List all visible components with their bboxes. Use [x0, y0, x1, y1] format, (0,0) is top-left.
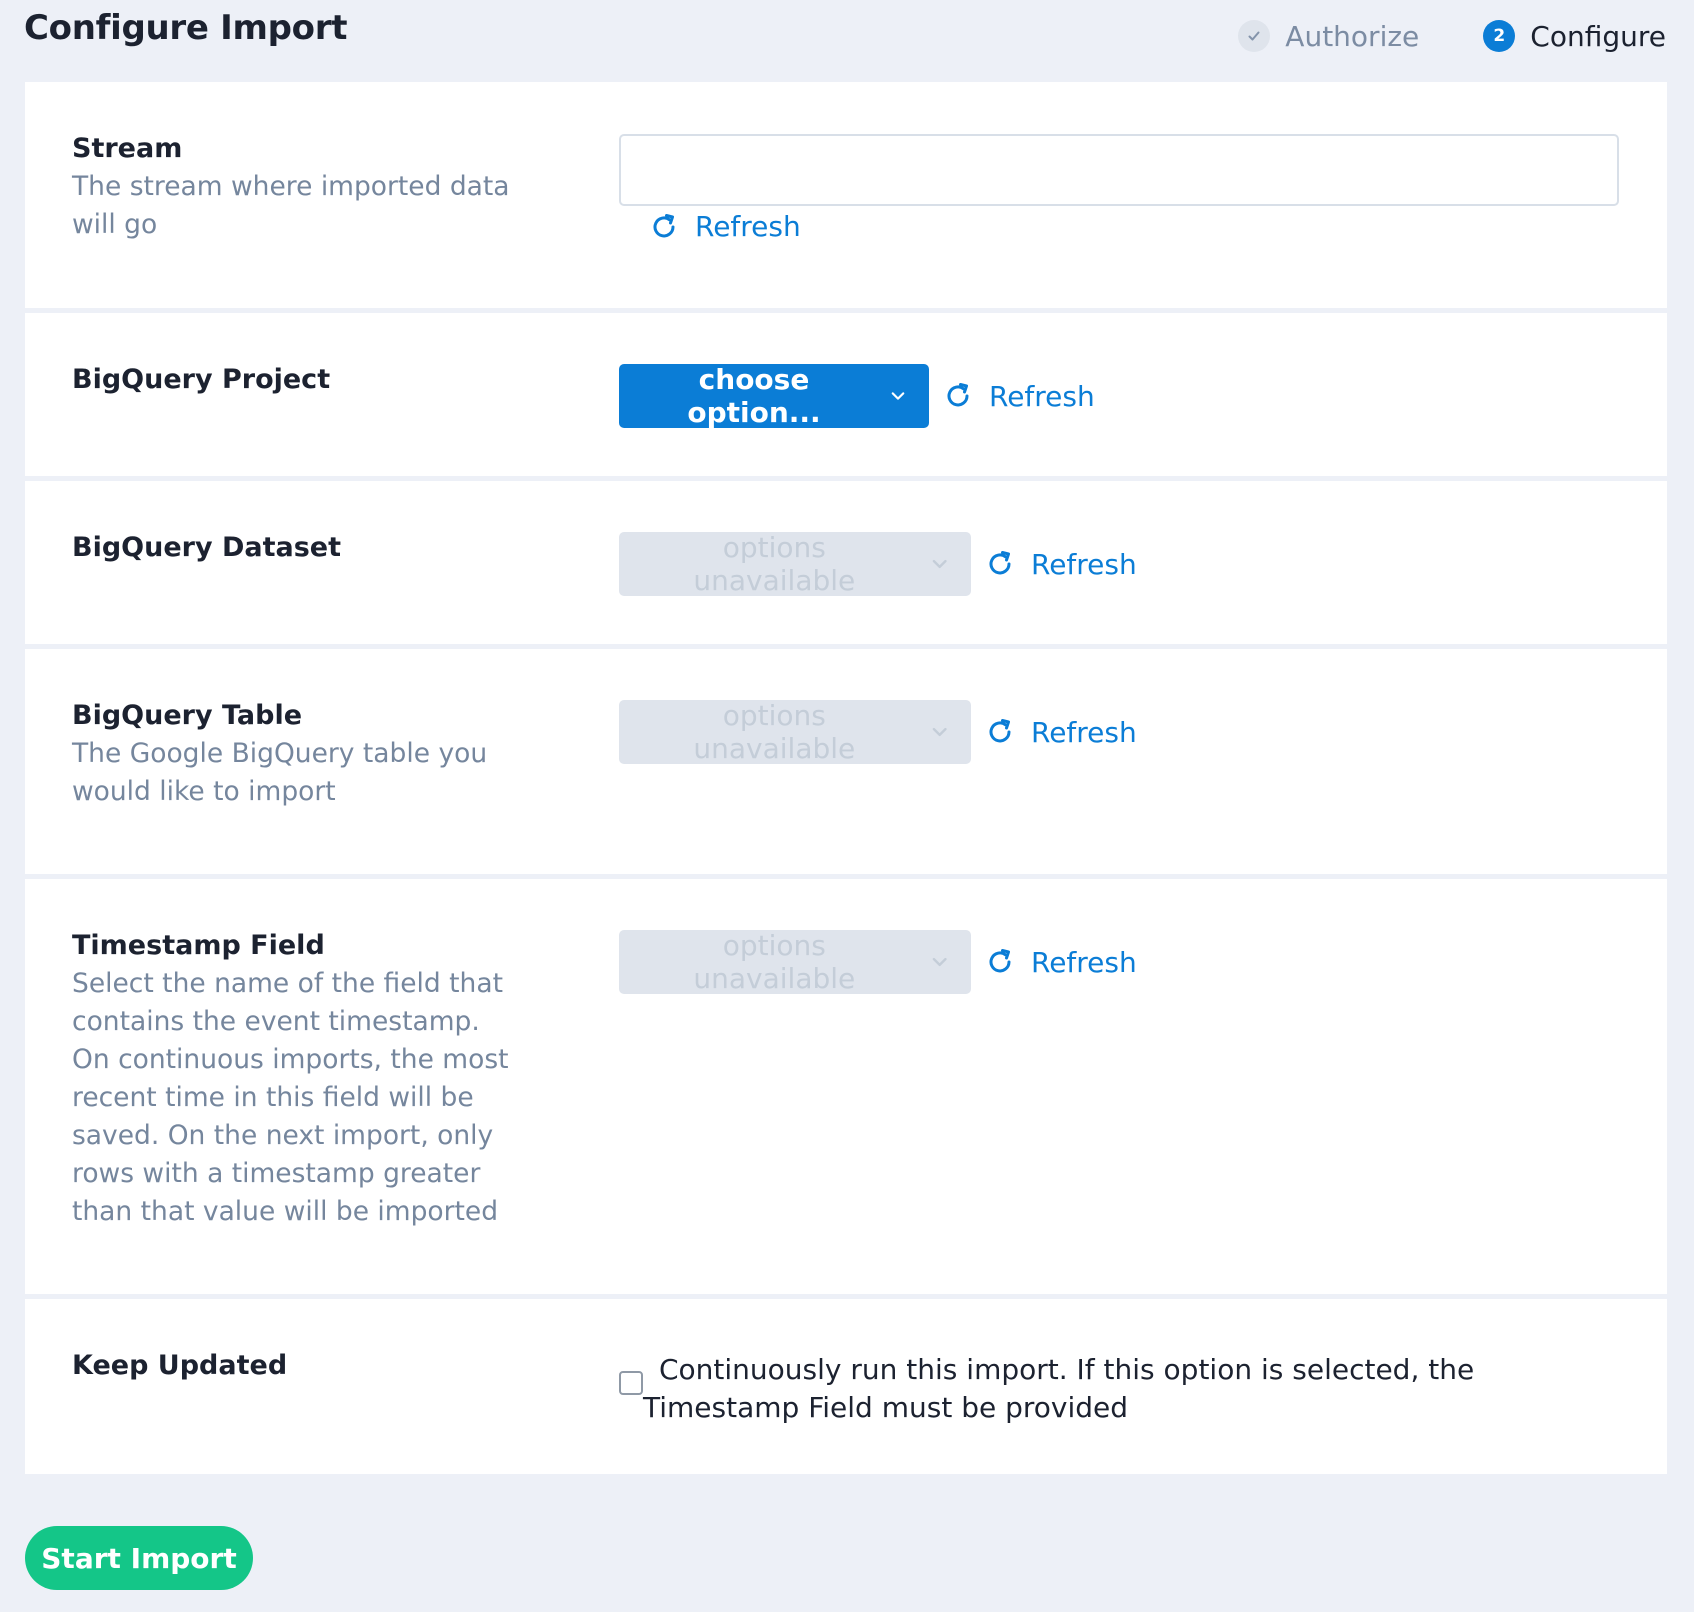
refresh-button[interactable]: Refresh	[985, 548, 1137, 581]
field-description: Select the name of the field that contai…	[72, 968, 509, 1227]
step-number-badge: 2	[1483, 20, 1516, 52]
stream-section: Stream The stream where imported data wi…	[25, 82, 1667, 308]
field-description: The stream where imported data will go	[72, 171, 510, 240]
step-authorize[interactable]: Authorize	[1238, 20, 1419, 53]
refresh-button[interactable]: Refresh	[943, 380, 1095, 413]
field-title: BigQuery Table	[72, 700, 303, 731]
timestamp-select[interactable]: options unavailable	[619, 929, 971, 995]
refresh-button[interactable]: Refresh	[649, 210, 801, 243]
chevron-down-icon	[932, 727, 947, 737]
select-label: options unavailable	[693, 929, 856, 995]
refresh-icon	[989, 551, 1011, 575]
check-icon	[1238, 20, 1271, 52]
refresh-button[interactable]: Refresh	[985, 946, 1137, 979]
dataset-select[interactable]: options unavailable	[619, 531, 971, 597]
field-title: Timestamp Field	[72, 930, 325, 961]
field-title: BigQuery Dataset	[72, 532, 342, 563]
select-label: options unavailable	[693, 699, 856, 765]
field-title: Stream	[72, 133, 183, 164]
checkbox-label: Continuously run this import. If this op…	[643, 1353, 1475, 1424]
stepper: Authorize 2 Configure	[1238, 20, 1666, 53]
refresh-icon	[989, 949, 1011, 973]
dataset-section: BigQuery Dataset options unavailable Ref…	[25, 481, 1667, 644]
refresh-icon	[989, 719, 1011, 743]
table-select[interactable]: options unavailable	[619, 699, 971, 765]
step-label: Configure	[1530, 19, 1666, 53]
step-configure[interactable]: 2 Configure	[1483, 20, 1666, 53]
refresh-label: Refresh	[695, 210, 801, 243]
field-title: Keep Updated	[72, 1350, 288, 1381]
refresh-button[interactable]: Refresh	[985, 716, 1137, 749]
step-label: Authorize	[1285, 19, 1420, 53]
table-section: BigQuery Table The Google BigQuery table…	[25, 649, 1667, 874]
stream-input[interactable]	[619, 134, 1619, 206]
page-title: Configure Import	[24, 8, 348, 48]
field-description: The Google BigQuery table you would like…	[72, 738, 488, 807]
timestamp-section: Timestamp Field Select the name of the f…	[25, 879, 1667, 1294]
select-label: options unavailable	[693, 531, 856, 597]
start-import-button[interactable]: Start Import	[25, 1526, 253, 1590]
project-select[interactable]: choose option...	[619, 363, 929, 429]
select-label: choose option...	[687, 363, 821, 429]
chevron-down-icon	[932, 957, 947, 967]
keep-updated-section: Keep Updated Continuously run this impor…	[25, 1299, 1667, 1474]
refresh-label: Refresh	[989, 379, 1095, 413]
refresh-label: Refresh	[1031, 715, 1137, 749]
refresh-icon	[947, 383, 969, 407]
chevron-down-icon	[932, 559, 947, 569]
field-title: BigQuery Project	[72, 364, 331, 395]
refresh-icon	[653, 213, 675, 237]
refresh-label: Refresh	[1031, 945, 1137, 979]
refresh-label: Refresh	[1031, 547, 1137, 581]
project-section: BigQuery Project choose option... Refres…	[25, 313, 1667, 476]
chevron-down-icon	[891, 392, 905, 400]
